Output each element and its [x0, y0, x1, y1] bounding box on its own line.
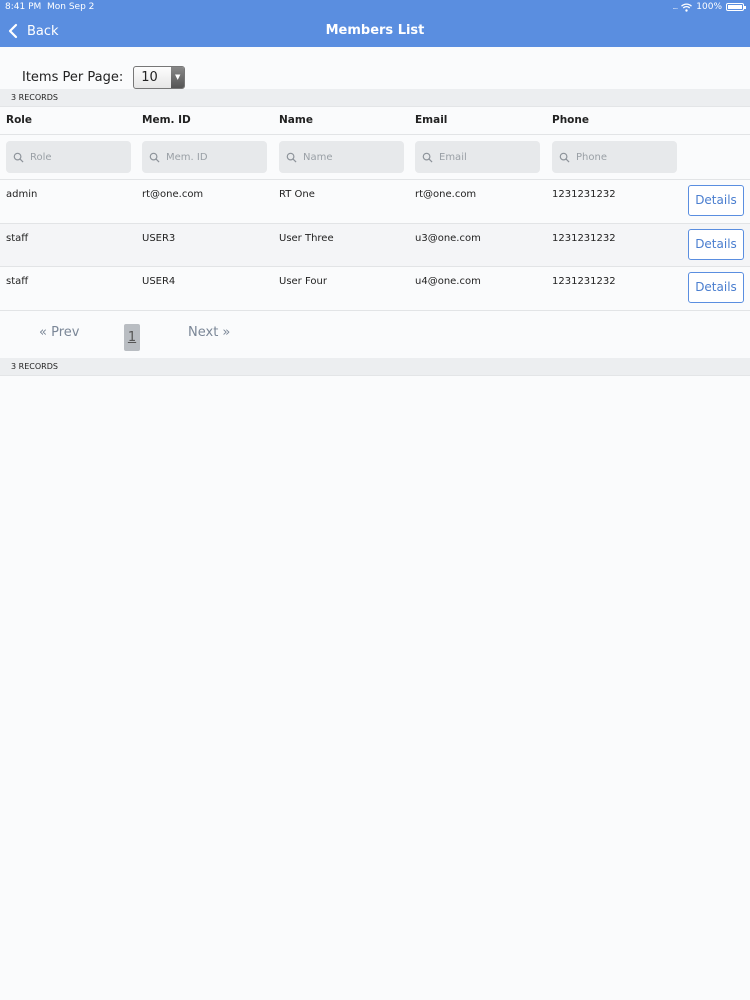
records-count-top: 3 RECORDS — [0, 89, 750, 107]
cell-email: u3@one.com — [415, 233, 481, 244]
current-page-button[interactable]: 1 — [124, 324, 140, 351]
email-filter-placeholder: Email — [439, 151, 467, 163]
cell-phone: 1231231232 — [552, 233, 616, 244]
cell-role: staff — [6, 233, 29, 244]
battery-icon — [726, 3, 746, 11]
cell-name: User Three — [279, 233, 334, 244]
page-title: Members List — [325, 23, 425, 38]
dropdown-arrow-icon: ▼ — [171, 67, 185, 88]
search-icon — [422, 152, 433, 163]
divider — [0, 310, 750, 311]
cell-phone: 1231231232 — [552, 276, 616, 287]
items-per-page-label: Items Per Page: — [22, 70, 124, 85]
name-filter-placeholder: Name — [303, 151, 333, 163]
cell-name: User Four — [279, 276, 327, 287]
divider — [0, 134, 750, 135]
role-filter-input[interactable]: Role — [6, 141, 131, 173]
search-icon — [286, 152, 297, 163]
details-button[interactable]: Details — [688, 229, 744, 260]
table-row: admin rt@one.com RT One rt@one.com 12312… — [0, 180, 750, 223]
phone-filter-placeholder: Phone — [576, 151, 607, 163]
records-count-bottom: 3 RECORDS — [0, 358, 750, 376]
status-date: Mon Sep 2 — [47, 2, 95, 12]
phone-filter-input[interactable]: Phone — [552, 141, 677, 173]
mem-id-filter-input[interactable]: Mem. ID — [142, 141, 267, 173]
email-filter-input[interactable]: Email — [415, 141, 540, 173]
column-header-role: Role — [6, 114, 33, 126]
items-per-page: Items Per Page: 10 ▼ — [22, 66, 186, 89]
signal-icon: .... — [672, 3, 678, 11]
column-header-phone: Phone — [552, 114, 589, 126]
search-icon — [149, 152, 160, 163]
cell-mem-id: rt@one.com — [142, 189, 204, 200]
cell-phone: 1231231232 — [552, 189, 616, 200]
cell-mem-id: USER3 — [142, 233, 176, 244]
cell-email: rt@one.com — [415, 189, 477, 200]
name-filter-input[interactable]: Name — [279, 141, 404, 173]
details-button[interactable]: Details — [688, 272, 744, 303]
column-header-name: Name — [279, 114, 313, 126]
items-per-page-select[interactable]: 10 ▼ — [133, 66, 186, 89]
role-filter-placeholder: Role — [30, 151, 52, 163]
search-icon — [559, 152, 570, 163]
mem-id-filter-placeholder: Mem. ID — [166, 151, 208, 163]
next-page-link[interactable]: Next » — [188, 325, 230, 340]
cell-name: RT One — [279, 189, 315, 200]
cell-role: staff — [6, 276, 29, 287]
cell-role: admin — [6, 189, 38, 200]
table-row: staff USER3 User Three u3@one.com 123123… — [0, 224, 750, 267]
table-row: staff USER4 User Four u4@one.com 1231231… — [0, 267, 750, 310]
status-time: 8:41 PM — [5, 2, 42, 12]
navigation-bar: 8:41 PM Mon Sep 2 .... 100% Back Members… — [0, 0, 750, 47]
battery-percent: 100% — [696, 2, 722, 12]
details-button[interactable]: Details — [688, 185, 744, 216]
prev-page-link[interactable]: « Prev — [39, 325, 79, 340]
column-header-email: Email — [415, 114, 448, 126]
items-per-page-value: 10 — [141, 70, 158, 85]
cell-mem-id: USER4 — [142, 276, 176, 287]
status-bar: 8:41 PM Mon Sep 2 .... 100% — [0, 0, 750, 15]
status-right: .... 100% — [672, 2, 746, 12]
search-icon — [13, 152, 24, 163]
cell-email: u4@one.com — [415, 276, 481, 287]
column-header-mem-id: Mem. ID — [142, 114, 191, 126]
wifi-icon — [681, 2, 693, 12]
